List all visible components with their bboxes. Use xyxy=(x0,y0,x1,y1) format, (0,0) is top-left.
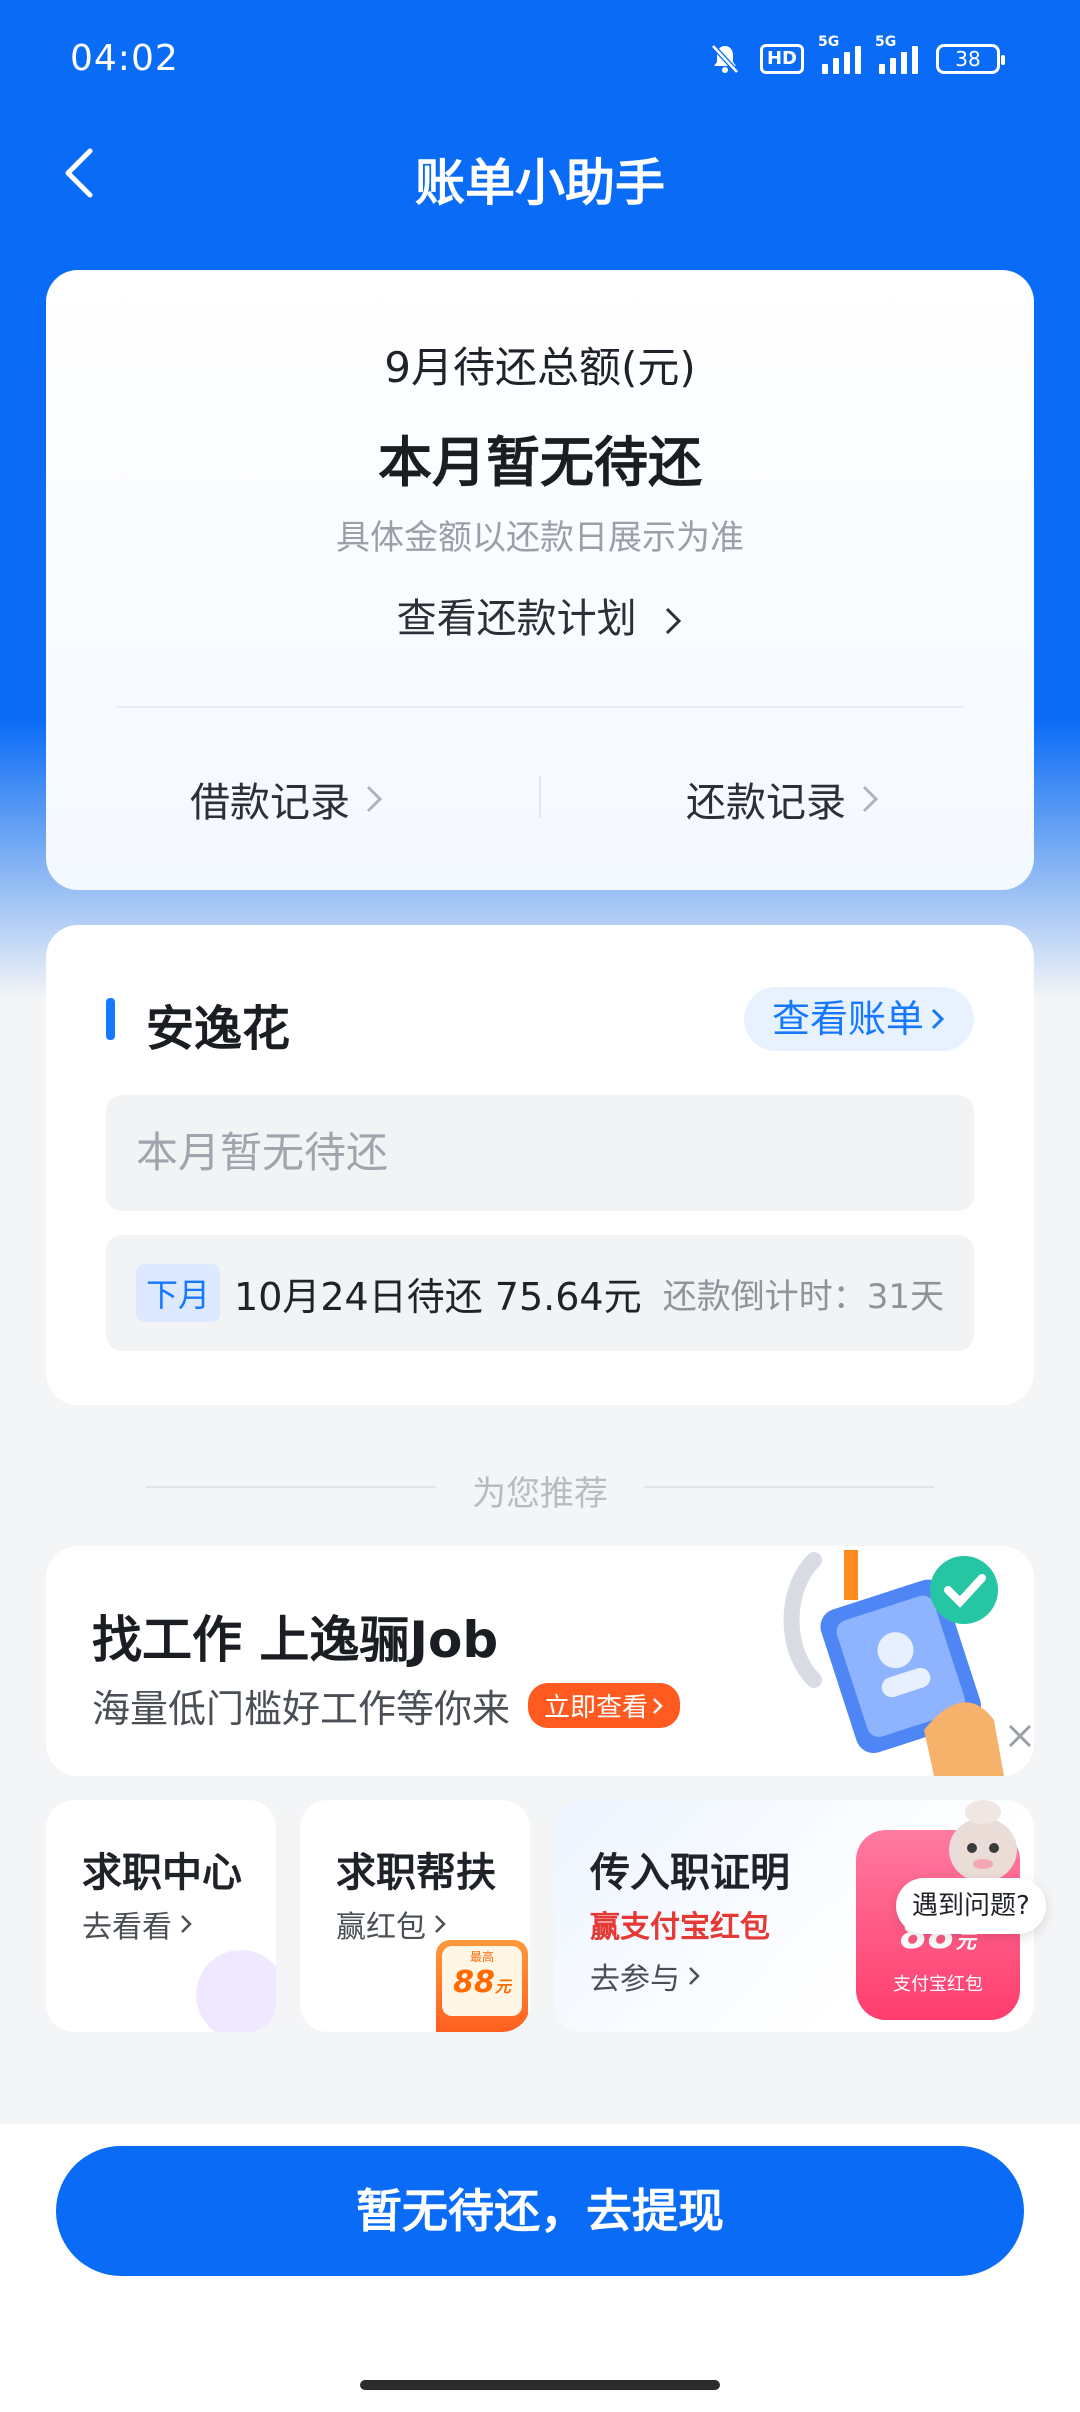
red-packet-face: 最高 88元 xyxy=(442,1946,522,2016)
close-icon[interactable] xyxy=(1000,1716,1040,1756)
chevron-right-icon xyxy=(366,785,383,813)
mini-card-link: 去看看 xyxy=(82,1902,192,1946)
participate-label: 去参与 xyxy=(590,1962,680,1997)
network-label: 5G xyxy=(875,34,897,50)
badge-amount: 88 xyxy=(453,1965,495,2000)
id-badge-illustration-icon xyxy=(783,1550,1004,1776)
borrow-records-link[interactable]: 借款记录 xyxy=(190,770,384,828)
product-name: 安逸花 xyxy=(146,1001,291,1057)
due-total-value: 本月暂无待还 xyxy=(378,431,702,494)
signal-icon: 5G xyxy=(818,34,861,74)
badge-unit: 元 xyxy=(494,1977,511,1996)
mascot-icon xyxy=(949,1800,1017,1882)
network-label: 5G xyxy=(818,34,840,50)
next-month-row: 下月 10月24日待还 75.64元 还款倒计时：31天 xyxy=(106,1235,974,1351)
help-assistant[interactable]: 遇到问题? xyxy=(888,1790,1048,1980)
badge-top-label: 最高 xyxy=(469,1950,494,1964)
product-card: 安逸花 查看账单 本月暂无待还 下月 10月24日待还 75.64元 还款倒计时… xyxy=(46,925,1034,1405)
chevron-right-icon xyxy=(689,1967,700,1985)
job-banner[interactable]: 找工作 上逸骊Job 海量低门槛好工作等你来 立即查看 xyxy=(46,1546,1034,1776)
chevron-right-icon xyxy=(862,785,879,813)
due-total-label: 9月待还总额(元) xyxy=(384,343,696,392)
job-banner-subtitle: 海量低门槛好工作等你来 xyxy=(92,1687,511,1731)
divider xyxy=(539,776,541,818)
mini-card-sub: 赢红包 xyxy=(336,1910,426,1945)
due-note: 具体金额以还款日展示为准 xyxy=(336,518,744,558)
view-now-button[interactable]: 立即查看 xyxy=(528,1683,681,1728)
repay-records-label: 还款记录 xyxy=(686,780,846,826)
view-bill-button[interactable]: 查看账单 xyxy=(743,987,974,1051)
divider xyxy=(116,706,964,708)
page-title: 账单小助手 xyxy=(415,154,665,212)
chevron-right-icon xyxy=(181,1915,192,1933)
battery-icon: 38 xyxy=(936,44,1005,74)
summary-card: 9月待还总额(元) 本月暂无待还 具体金额以还款日展示为准 查看还款计划 借款记… xyxy=(46,270,1034,890)
chevron-right-icon xyxy=(666,607,682,635)
chevron-right-icon xyxy=(931,1008,945,1030)
mini-card-sub: 去看看 xyxy=(82,1910,172,1945)
help-label: 遇到问题? xyxy=(896,1878,1046,1934)
next-month-tag: 下月 xyxy=(136,1264,221,1322)
signal-icon: 5G xyxy=(875,34,918,74)
info-decoration-icon xyxy=(196,1950,276,2032)
status-icons: HD 5G 5G 38 xyxy=(708,34,1005,76)
red-packet-amount: 88元 xyxy=(442,1965,522,2000)
next-due-text: 10月24日待还 75.64元 xyxy=(234,1274,642,1319)
page-header: 账单小助手 xyxy=(0,125,1080,225)
mini-card-link: 赢红包 xyxy=(336,1902,446,1946)
recommend-label: 为您推荐 xyxy=(472,1474,608,1514)
mini-card-sub: 赢支付宝红包 xyxy=(590,1910,770,1945)
view-now-label: 立即查看 xyxy=(544,1693,649,1723)
mini-card-title: 传入职证明 xyxy=(590,1850,790,1896)
job-center-card[interactable]: 求职中心 去看看 xyxy=(46,1800,276,2032)
chevron-right-icon xyxy=(435,1915,446,1933)
mini-card-title: 求职帮扶 xyxy=(336,1850,496,1896)
job-banner-subtitle-row: 海量低门槛好工作等你来 立即查看 xyxy=(92,1678,681,1733)
repay-records-link[interactable]: 还款记录 xyxy=(686,770,880,828)
withdraw-button[interactable]: 暂无待还，去提现 xyxy=(56,2146,1024,2276)
borrow-records-label: 借款记录 xyxy=(190,780,350,826)
repayment-plan-label: 查看还款计划 xyxy=(396,596,637,642)
bell-off-icon xyxy=(711,44,739,74)
hd-indicator: HD xyxy=(759,44,804,74)
job-support-card[interactable]: 求职帮扶 赢红包 最高 88元 xyxy=(300,1800,530,2032)
current-month-status: 本月暂无待还 xyxy=(106,1095,974,1211)
countdown-text: 还款倒计时：31天 xyxy=(662,1276,944,1317)
job-banner-title: 找工作 上逸骊Job xyxy=(92,1611,499,1669)
red-packet-icon: 最高 88元 xyxy=(436,1940,528,2032)
participate-link[interactable]: 去参与 xyxy=(590,1954,700,1998)
mini-card-title: 求职中心 xyxy=(82,1850,242,1896)
status-bar: 04:02 HD 5G 5G 38 xyxy=(0,0,1080,120)
title-accent-bar xyxy=(106,998,115,1040)
chevron-right-icon xyxy=(653,1697,663,1714)
repayment-plan-link[interactable]: 查看还款计划 xyxy=(46,586,1034,644)
home-indicator[interactable] xyxy=(360,2380,720,2390)
view-bill-label: 查看账单 xyxy=(771,997,924,1041)
status-time: 04:02 xyxy=(70,38,179,79)
